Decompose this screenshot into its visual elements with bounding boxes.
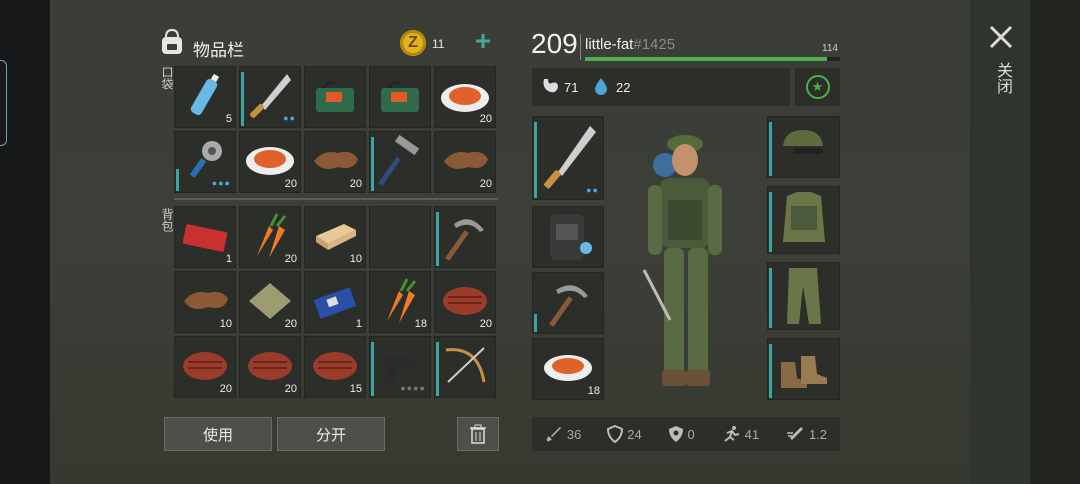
pickaxe-icon [445,219,484,261]
close-button[interactable] [986,22,1016,52]
backpack-slot-10[interactable]: 20 [434,271,496,333]
backpack-slot-2[interactable]: 20 [239,206,301,268]
backpack-slot-8[interactable]: 1 [304,271,366,333]
attack-stat: 36 [545,425,581,443]
backpack-slot-14[interactable]: ●●●● [369,336,431,398]
edge-notch [0,60,7,146]
character-model [630,130,740,400]
level-divider [580,34,581,60]
close-label: 关闭 [994,62,1011,94]
backpack-gear-icon [550,214,592,260]
backpack-slot-6[interactable]: 10 [174,271,236,333]
cap-icon [783,130,823,154]
backpack-slot-12[interactable]: 20 [239,336,301,398]
water-drop-icon [594,77,608,100]
pocket-slot-3[interactable] [304,66,366,128]
split-button[interactable]: 分开 [277,417,385,451]
use-button[interactable]: 使用 [164,417,272,451]
backpack-slot-13[interactable]: 15 [304,336,366,398]
favorite-button[interactable]: ★ [795,68,840,106]
delete-button[interactable] [457,417,499,451]
pocket-slot-8[interactable]: 20 [304,131,366,193]
add-coins-button[interactable]: + [471,27,495,55]
dynamite-icon [316,81,354,112]
crossbow-icon [445,347,486,383]
pocket-slot-5[interactable]: 20 [434,66,496,128]
xp-value: 114 [822,43,838,54]
xp-bar-fill [585,57,827,61]
player-name-text: little-fat [585,36,634,53]
backpack-slot-11[interactable]: 20 [174,336,236,398]
stomach-icon [540,77,560,100]
player-level: 209 [531,28,578,59]
armor-stat: 0 [668,425,695,443]
pocket-slot-1[interactable]: 5 [174,66,236,128]
running-icon [724,426,739,442]
backpack-slot-1[interactable]: 1 [174,206,236,268]
inventory-title: 物品栏 [193,41,244,60]
pickaxe-icon [549,285,588,327]
backpack-slot-9[interactable]: 18 [369,271,431,333]
pocket-slot-7[interactable]: 20 [239,131,301,193]
equip-food-slot[interactable]: 18 [532,338,604,400]
hammer-icon [378,134,420,186]
far-right-edge [1030,0,1080,484]
backpack-slot-15[interactable] [434,336,496,398]
close-icon [989,25,1013,49]
pocket-slot-2[interactable]: ●● [239,66,301,128]
coin-icon: Z [400,30,426,56]
equip-head-slot[interactable] [767,116,840,178]
hazard-shield-icon [668,426,683,442]
backpack-icon [157,27,187,57]
player-tag: #1425 [633,36,676,53]
boots-icon [781,356,827,388]
camo-pants-icon [787,268,821,324]
backpack-slot-7[interactable]: 20 [239,271,301,333]
pocket-slot-9[interactable] [369,131,431,193]
equip-weapon-slot[interactable]: ●● [532,116,604,200]
player-name: little-fat#1425 [585,36,675,53]
sneak-icon [786,427,803,440]
backpack-slot-4[interactable] [369,206,431,268]
sword-icon [546,427,561,442]
equip-body-slot[interactable] [767,186,840,254]
stats-bar: 36 24 0 41 1.2 [532,417,840,451]
dynamite-icon [381,81,419,112]
food-value: 71 [564,80,579,95]
equip-legs-slot[interactable] [767,262,840,330]
equip-feet-slot[interactable] [767,338,840,400]
speed-stat: 41 [721,425,759,443]
equip-tool-slot[interactable] [532,272,604,334]
vest-icon [783,192,825,242]
backpack-slot-5[interactable] [434,206,496,268]
pocket-slot-6[interactable]: ●●● [174,131,236,193]
coin-count: 11 [432,37,445,51]
backpack-slot-3[interactable]: 10 [304,206,366,268]
pocket-slot-4[interactable] [369,66,431,128]
pocket-slot-10[interactable]: 20 [434,131,496,193]
left-edge [0,0,50,484]
section-divider [174,198,498,200]
star-badge-icon: ★ [805,75,830,99]
shield-icon [607,425,624,443]
equip-backpack-slot[interactable] [532,206,604,268]
trash-icon [470,424,486,444]
defense-stat: 24 [607,425,642,443]
stealth-stat: 1.2 [785,425,827,443]
water-value: 22 [616,80,631,95]
